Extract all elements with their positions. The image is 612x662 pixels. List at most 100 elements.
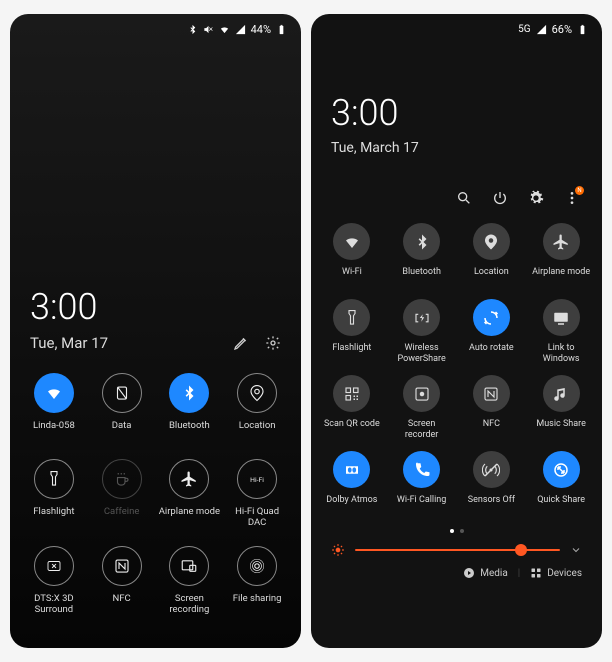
settings-icon[interactable] — [265, 335, 281, 351]
tile-flashlight[interactable]: Flashlight — [20, 454, 88, 537]
right-phone: 5G 66% 3:00 Tue, March 17 N Wi-FiBluetoo… — [311, 14, 602, 648]
tile-label: Sensors Off — [468, 495, 515, 517]
tile-fileshare[interactable]: File sharing — [223, 541, 291, 624]
pager-dots[interactable] — [311, 523, 602, 537]
date: Tue, Mar 17 — [30, 334, 233, 352]
brightness-thumb[interactable] — [515, 544, 527, 556]
dtsx-icon: ✕ — [34, 546, 74, 586]
tile-data[interactable]: Data — [88, 368, 156, 450]
tile-sensorsoff[interactable]: Sensors Off — [457, 448, 527, 523]
dot-2 — [460, 529, 464, 533]
tile-musicshare[interactable]: Music Share — [526, 372, 596, 447]
tile-label: Wi-Fi Calling — [397, 495, 446, 517]
fileshare-icon — [237, 546, 277, 586]
tile-screenrec-l[interactable]: Screen recording — [156, 541, 224, 624]
left-tiles: Linda-058 Data BluetoothLocation Flashlight… — [10, 368, 301, 624]
tile-label: NFC — [483, 419, 500, 441]
qr-icon — [333, 375, 370, 412]
network-label: 5G — [518, 24, 530, 35]
bluetooth-icon — [403, 223, 440, 260]
more-icon[interactable]: N — [564, 190, 580, 206]
tile-label: Flashlight — [332, 343, 371, 365]
flashlight-icon — [34, 459, 74, 499]
tile-label: Caffeine — [104, 506, 139, 528]
tile-airplane-r[interactable]: Airplane mode — [526, 220, 596, 295]
bluetooth-icon — [169, 373, 209, 413]
date-row: Tue, March 17 — [311, 134, 602, 172]
battery-pct: 66% — [552, 23, 572, 36]
tile-caffeine[interactable]: Caffeine — [88, 454, 156, 537]
media-label: Media — [480, 568, 508, 579]
tile-label: Flashlight — [33, 506, 74, 528]
tile-dtsx[interactable]: ✕DTS:X 3D Surround — [20, 541, 88, 624]
tile-label: Airplane mode — [532, 267, 590, 289]
power-icon[interactable] — [492, 190, 508, 206]
location-icon — [237, 373, 277, 413]
tile-quickshare[interactable]: Quick Share — [526, 448, 596, 523]
tile-bluetooth-r[interactable]: Bluetooth — [387, 220, 457, 295]
nfc-icon — [473, 375, 510, 412]
dot-1 — [450, 529, 454, 533]
clock: 3:00 — [311, 92, 602, 134]
wifi-icon — [34, 373, 74, 413]
tile-label: File sharing — [233, 593, 282, 615]
brightness-slider[interactable] — [311, 537, 602, 561]
wificall-icon — [403, 451, 440, 488]
tile-scanqr[interactable]: Scan QR code — [317, 372, 387, 447]
hifi-icon: Hi-Fi — [237, 459, 277, 499]
brightness-track[interactable] — [355, 549, 560, 551]
statusbar-right: 5G 66% — [311, 14, 602, 44]
tile-label: Dolby Atmos — [326, 495, 377, 517]
linkwin-icon — [543, 299, 580, 336]
tile-label: Linda-058 — [33, 420, 75, 442]
svg-text:Hi-Fi: Hi-Fi — [250, 476, 264, 484]
tile-dolby[interactable]: Dolby Atmos — [317, 448, 387, 523]
wifi-status-icon — [219, 24, 230, 35]
screenrec-icon — [169, 546, 209, 586]
media-button[interactable]: Media — [463, 567, 508, 579]
search-icon[interactable] — [456, 190, 472, 206]
tile-nfc[interactable]: NFC — [88, 541, 156, 624]
devices-button[interactable]: Devices — [530, 567, 582, 579]
wifi-icon — [333, 223, 370, 260]
powershare-icon — [403, 299, 440, 336]
battery-icon — [577, 24, 588, 35]
quickshare-icon — [543, 451, 580, 488]
mute-icon — [203, 24, 214, 35]
tile-flashlight-r[interactable]: Flashlight — [317, 296, 387, 371]
tile-location[interactable]: Location — [223, 368, 291, 450]
tile-label: Data — [112, 420, 132, 442]
signal-icon — [536, 24, 547, 35]
statusbar-left: 44% — [10, 14, 301, 44]
tile-nfc-r[interactable]: NFC — [457, 372, 527, 447]
data-icon — [102, 373, 142, 413]
music-icon — [543, 375, 580, 412]
tile-bluetooth[interactable]: Bluetooth — [156, 368, 224, 450]
date: Tue, March 17 — [331, 140, 582, 156]
tile-powershare[interactable]: Wireless PowerShare — [387, 296, 457, 371]
edit-icon[interactable] — [233, 335, 249, 351]
tile-location-r[interactable]: Location — [457, 220, 527, 295]
tile-autorotate[interactable]: Auto rotate — [457, 296, 527, 371]
tile-label: Screen recorder — [391, 419, 453, 441]
tile-label: Music Share — [536, 419, 586, 441]
tile-label: Scan QR code — [324, 419, 380, 441]
notif-badge: N — [575, 186, 584, 195]
chevron-down-icon[interactable] — [570, 544, 582, 556]
footer-buttons: Media | Devices — [311, 561, 602, 589]
tile-wifi-r[interactable]: Wi-Fi — [317, 220, 387, 295]
tile-wifi[interactable]: Linda-058 — [20, 368, 88, 450]
settings-icon[interactable] — [528, 190, 544, 206]
coffee-icon — [102, 459, 142, 499]
tile-label: Screen recording — [158, 593, 220, 616]
tile-linkwin[interactable]: Link to Windows — [526, 296, 596, 371]
tile-label: NFC — [113, 593, 131, 615]
tile-screenrec[interactable]: Screen recorder — [387, 372, 457, 447]
bluetooth-status-icon — [187, 24, 198, 35]
tile-airplane[interactable]: Airplane mode — [156, 454, 224, 537]
tile-wificall[interactable]: Wi-Fi Calling — [387, 448, 457, 523]
tile-label: Airplane mode — [159, 506, 220, 528]
right-tiles: Wi-FiBluetoothLocationAirplane mode Flash… — [311, 220, 602, 523]
tile-hifidac[interactable]: Hi-FiHi-Fi Quad DAC — [223, 454, 291, 537]
clock: 3:00 — [10, 286, 301, 328]
